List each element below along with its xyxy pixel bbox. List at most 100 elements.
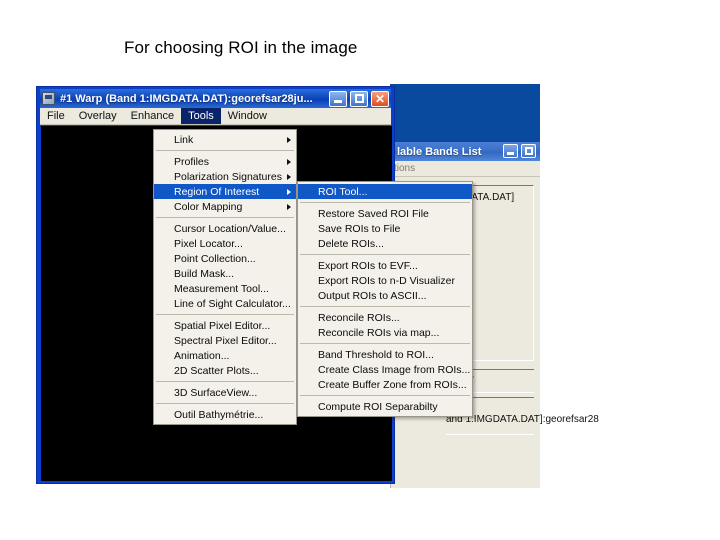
menu-item-label: ROI Tool... [318, 185, 368, 198]
warp-menubar: File Overlay Enhance Tools Window [40, 108, 391, 125]
menu-item-label: Band Threshold to ROI... [318, 348, 434, 361]
menu-item-save-rois-to-file[interactable]: Save ROIs to File [298, 221, 472, 236]
menu-item-link[interactable]: Link [154, 132, 296, 147]
chevron-right-icon [287, 188, 291, 195]
menu-item-label: Link [174, 133, 194, 146]
page-title: For choosing ROI in the image [124, 38, 358, 57]
menu-item-export-rois-to-nd-visualizer[interactable]: Export ROIs to n-D Visualizer [298, 273, 472, 288]
available-bands-list-window-controls [503, 144, 536, 158]
menu-item-measurement-tool[interactable]: Measurement Tool... [154, 281, 296, 296]
menu-item-label: Spectral Pixel Editor... [174, 334, 277, 347]
menu-item-label: Compute ROI Separabilty [318, 400, 438, 413]
menubar-item-tools[interactable]: Tools [181, 108, 221, 124]
menu-item-label: Delete ROIs... [318, 237, 384, 250]
menu-item-animation[interactable]: Animation... [154, 348, 296, 363]
chevron-right-icon [287, 173, 291, 180]
menu-item-label: Reconcile ROIs via map... [318, 326, 440, 339]
maximize-button[interactable] [350, 90, 368, 107]
menu-item-label: Outil Bathymétrie... [174, 408, 264, 421]
menu-separator [156, 314, 294, 315]
chevron-right-icon [287, 136, 291, 143]
available-bands-list-menubar[interactable]: tions [391, 161, 540, 177]
desktop-backdrop [390, 84, 540, 142]
menu-separator [156, 381, 294, 382]
minimize-button[interactable] [329, 90, 347, 107]
warp-titlebar[interactable]: #1 Warp (Band 1:IMGDATA.DAT):georefsar28… [40, 89, 391, 108]
menu-item-2d-scatter-plots[interactable]: 2D Scatter Plots... [154, 363, 296, 378]
menu-separator [300, 306, 470, 307]
menu-item-label: Output ROIs to ASCII... [318, 289, 427, 302]
slide-root: For choosing ROI in the image lable Band… [0, 0, 720, 540]
menu-item-label: 3D SurfaceView... [174, 386, 258, 399]
menubar-item-enhance[interactable]: Enhance [124, 108, 181, 124]
menu-item-3d-surfaceview[interactable]: 3D SurfaceView... [154, 385, 296, 400]
menu-separator [300, 254, 470, 255]
menu-item-label: Restore Saved ROI File [318, 207, 429, 220]
menu-item-label: Point Collection... [174, 252, 256, 265]
minimize-icon [507, 152, 514, 155]
close-button[interactable]: ✕ [371, 90, 389, 107]
menu-item-outil-bathymetrie[interactable]: Outil Bathymétrie... [154, 407, 296, 422]
menu-item-restore-saved-roi-file[interactable]: Restore Saved ROI File [298, 206, 472, 221]
menu-separator [156, 217, 294, 218]
available-bands-list-title: lable Bands List [397, 145, 482, 158]
menubar-item-overlay[interactable]: Overlay [72, 108, 124, 124]
minimize-button[interactable] [503, 144, 518, 158]
warp-window-controls: ✕ [329, 90, 391, 107]
image-window-icon [42, 92, 55, 105]
menu-separator [156, 150, 294, 151]
menu-item-label: Export ROIs to EVF... [318, 259, 418, 272]
menu-separator [300, 202, 470, 203]
menu-item-band-threshold-to-roi[interactable]: Band Threshold to ROI... [298, 347, 472, 362]
menu-item-label: Profiles [174, 155, 210, 168]
close-icon: ✕ [374, 91, 386, 106]
maximize-button[interactable] [521, 144, 536, 158]
menu-item-label: Color Mapping [174, 200, 243, 213]
menu-item-label: Create Buffer Zone from ROIs... [318, 378, 467, 391]
menu-item-label: Pixel Locator... [174, 237, 243, 250]
menu-item-create-buffer-zone-from-rois[interactable]: Create Buffer Zone from ROIs... [298, 377, 472, 392]
menu-item-label: Save ROIs to File [318, 222, 401, 235]
menu-item-roi-tool[interactable]: ROI Tool... [298, 184, 472, 199]
menu-item-label: Measurement Tool... [174, 282, 269, 295]
menu-item-create-class-image-from-rois[interactable]: Create Class Image from ROIs... [298, 362, 472, 377]
menu-item-cursor-location-value[interactable]: Cursor Location/Value... [154, 221, 296, 236]
menu-item-compute-roi-separabilty[interactable]: Compute ROI Separabilty [298, 399, 472, 414]
menu-item-label: 2D Scatter Plots... [174, 364, 259, 377]
menu-item-color-mapping[interactable]: Color Mapping [154, 199, 296, 214]
menu-item-label: Polarization Signatures [174, 170, 282, 183]
menu-item-point-collection[interactable]: Point Collection... [154, 251, 296, 266]
menu-item-label: Reconcile ROIs... [318, 311, 400, 324]
menu-item-line-of-sight-calculator[interactable]: Line of Sight Calculator... [154, 296, 296, 311]
chevron-right-icon [287, 158, 291, 165]
menu-item-output-rois-to-ascii[interactable]: Output ROIs to ASCII... [298, 288, 472, 303]
warp-window-title: #1 Warp (Band 1:IMGDATA.DAT):georefsar28… [60, 92, 313, 105]
menubar-item-window[interactable]: Window [221, 108, 274, 124]
menu-item-label: Cursor Location/Value... [174, 222, 286, 235]
menu-item-export-rois-to-evf[interactable]: Export ROIs to EVF... [298, 258, 472, 273]
menu-item-label: Line of Sight Calculator... [174, 297, 291, 310]
menu-item-spatial-pixel-editor[interactable]: Spatial Pixel Editor... [154, 318, 296, 333]
menu-item-profiles[interactable]: Profiles [154, 154, 296, 169]
menu-item-reconcile-rois[interactable]: Reconcile ROIs... [298, 310, 472, 325]
menubar-item-file[interactable]: File [40, 108, 72, 124]
menu-separator [300, 395, 470, 396]
menu-item-spectral-pixel-editor[interactable]: Spectral Pixel Editor... [154, 333, 296, 348]
menu-item-label: Build Mask... [174, 267, 235, 280]
available-bands-list-titlebar[interactable]: lable Bands List [391, 142, 540, 161]
maximize-icon [354, 94, 364, 103]
options-menu-label[interactable]: tions [394, 163, 415, 174]
chevron-right-icon [287, 203, 291, 210]
menu-item-polarization-signatures[interactable]: Polarization Signatures [154, 169, 296, 184]
menu-separator [300, 343, 470, 344]
menu-item-label: Animation... [174, 349, 230, 362]
menu-item-delete-rois[interactable]: Delete ROIs... [298, 236, 472, 251]
menu-item-label: Create Class Image from ROIs... [318, 363, 471, 376]
menu-item-reconcile-rois-via-map[interactable]: Reconcile ROIs via map... [298, 325, 472, 340]
menu-item-region-of-interest[interactable]: Region Of Interest [154, 184, 296, 199]
maximize-icon [524, 147, 533, 155]
menu-item-build-mask[interactable]: Build Mask... [154, 266, 296, 281]
tools-dropdown-menu: Link Profiles Polarization Signatures Re… [153, 129, 297, 425]
menu-item-label: Region Of Interest [174, 185, 260, 198]
menu-item-pixel-locator[interactable]: Pixel Locator... [154, 236, 296, 251]
